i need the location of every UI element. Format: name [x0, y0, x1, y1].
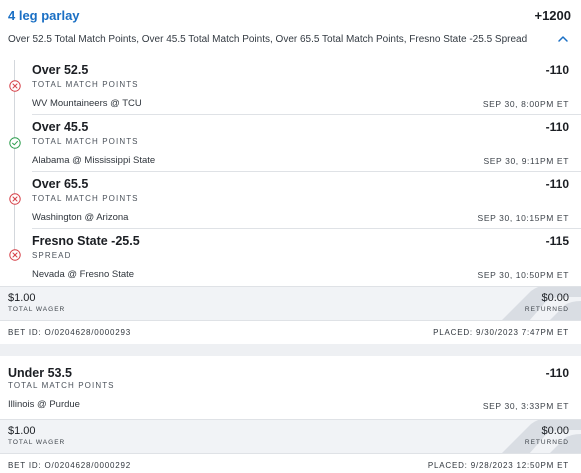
bet-id: BET ID: O/0204628/0000292	[8, 461, 132, 470]
leg-event: Alabama @ Mississippi State	[32, 155, 156, 166]
leg-market: TOTAL MATCH POINTS	[32, 80, 139, 89]
leg-odds: -110	[545, 177, 569, 191]
single-bet-card: Under 53.5 TOTAL MATCH POINTS -110 Illin…	[0, 356, 581, 473]
leg-event: WV Mountaineers @ TCU	[32, 98, 142, 109]
parlay-leg: Over 45.5 TOTAL MATCH POINTS -110 Alabam…	[0, 115, 581, 172]
leg-market: TOTAL MATCH POINTS	[32, 137, 139, 146]
leg-market: TOTAL MATCH POINTS	[32, 194, 139, 203]
bet-market: TOTAL MATCH POINTS	[8, 381, 115, 390]
bet-totals: $1.00 TOTAL WAGER $0.00 RETURNED	[0, 286, 581, 320]
returned-amount: $0.00	[541, 292, 569, 304]
total-wager-amount: $1.00	[8, 292, 36, 304]
bet-footer: BET ID: O/0204628/0000292 PLACED: 9/28/2…	[0, 453, 581, 473]
bet-footer: BET ID: O/0204628/0000293 PLACED: 9/30/2…	[0, 320, 581, 342]
leg-market: SPREAD	[32, 251, 72, 260]
parlay-leg: Fresno State -25.5 SPREAD -115 Nevada @ …	[0, 229, 581, 286]
leg-odds: -110	[545, 120, 569, 134]
chevron-up-icon[interactable]	[557, 33, 569, 45]
parlay-leg: Over 65.5 TOTAL MATCH POINTS -110 Washin…	[0, 172, 581, 229]
parlay-bet-card: 4 leg parlay +1200 Over 52.5 Total Match…	[0, 0, 581, 344]
total-wager-amount: $1.00	[8, 425, 36, 437]
placed-date: PLACED: 9/30/2023 7:47PM ET	[433, 328, 569, 337]
leg-event: Washington @ Arizona	[32, 212, 129, 223]
leg-event: Nevada @ Fresno State	[32, 269, 135, 280]
parlay-leg: Over 52.5 TOTAL MATCH POINTS -110 WV Mou…	[0, 58, 581, 115]
bet-time: SEP 30, 3:33PM ET	[482, 401, 569, 411]
parlay-odds: +1200	[534, 8, 571, 23]
leg-time: SEP 30, 9:11PM ET	[483, 156, 569, 166]
leg-selection: Over 52.5	[32, 63, 89, 77]
leg-time: SEP 30, 10:15PM ET	[477, 213, 569, 223]
returned-label: RETURNED	[524, 306, 569, 313]
leg-selection: Fresno State -25.5	[32, 234, 140, 248]
leg-odds: -110	[545, 63, 569, 77]
lost-x-icon	[9, 249, 21, 261]
bet-totals: $1.00 TOTAL WAGER $0.00 RETURNED	[0, 419, 581, 453]
leg-time: SEP 30, 10:50PM ET	[477, 270, 569, 280]
lost-x-icon	[9, 193, 21, 205]
placed-date: PLACED: 9/28/2023 12:50PM ET	[427, 461, 569, 470]
leg-time: SEP 30, 8:00PM ET	[482, 99, 569, 109]
parlay-summary: Over 52.5 Total Match Points, Over 45.5 …	[8, 34, 528, 45]
leg-selection: Over 45.5	[32, 120, 89, 134]
parlay-title: 4 leg parlay	[8, 8, 80, 23]
leg-odds: -115	[545, 234, 569, 248]
bet-odds: -110	[545, 366, 569, 380]
returned-amount: $0.00	[541, 425, 569, 437]
won-check-icon	[9, 137, 21, 149]
lost-x-icon	[9, 80, 21, 92]
bet-id: BET ID: O/0204628/0000293	[8, 328, 132, 337]
bet-selection: Under 53.5	[8, 366, 72, 380]
total-wager-label: TOTAL WAGER	[8, 306, 66, 313]
total-wager-label: TOTAL WAGER	[8, 439, 66, 446]
bet-event: Illinois @ Purdue	[8, 399, 80, 410]
leg-selection: Over 65.5	[32, 177, 89, 191]
returned-label: RETURNED	[524, 439, 569, 446]
